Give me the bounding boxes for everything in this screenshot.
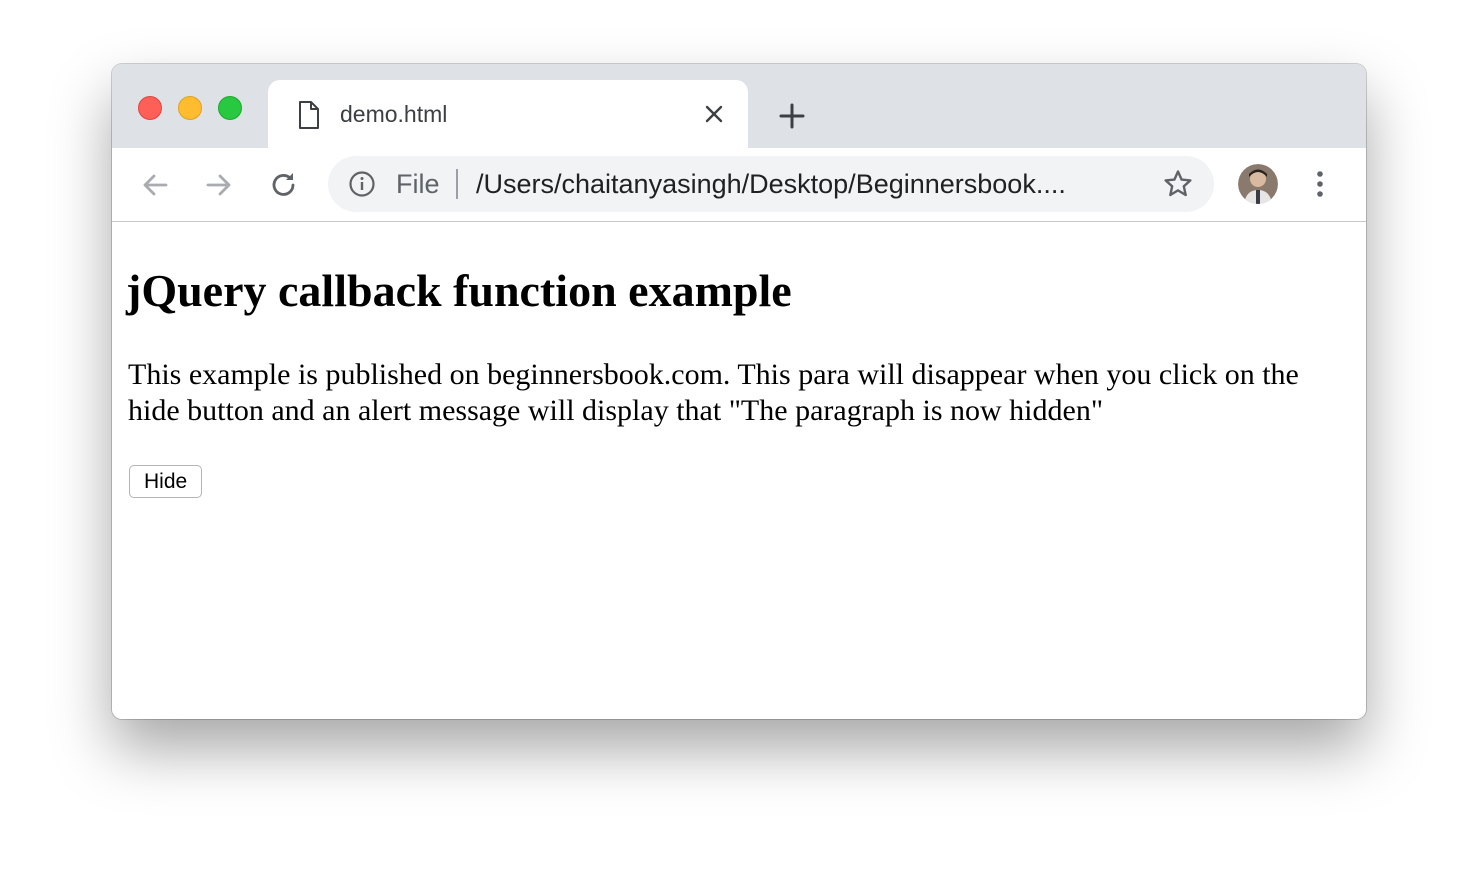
toolbar: File /Users/chaitanyasingh/Desktop/Begin… [112,148,1366,222]
close-window-button[interactable] [138,96,162,120]
page-paragraph: This example is published on beginnersbo… [128,358,1299,427]
minimize-window-button[interactable] [178,96,202,120]
document-icon [299,101,319,129]
title-bar: demo.html [112,64,1366,148]
close-tab-icon[interactable] [702,102,726,126]
page-heading: jQuery callback function example [126,265,792,316]
browser-window: demo.html File /Users/chaitanyasingh/Des… [112,64,1366,719]
address-divider [456,169,458,199]
address-bar[interactable]: File /Users/chaitanyasingh/Desktop/Begin… [328,156,1214,212]
star-icon[interactable] [1162,168,1194,200]
more-menu-icon[interactable] [1308,168,1332,200]
page-content: jQuery callback function example This ex… [112,222,1366,719]
avatar-image [1238,164,1278,204]
back-arrow-icon[interactable] [138,168,172,202]
tab-title: demo.html [340,101,448,127]
avatar[interactable] [1238,164,1278,204]
scheme-label: File [396,169,440,199]
info-icon[interactable] [348,170,376,198]
hide-button[interactable]: Hide [129,465,203,498]
zoom-window-button[interactable] [218,96,242,120]
url-text[interactable]: /Users/chaitanyasingh/Desktop/Beginnersb… [476,169,1066,199]
tab-demo[interactable]: demo.html [268,80,748,148]
forward-arrow-icon[interactable] [202,168,236,202]
reload-icon[interactable] [267,168,301,202]
new-tab-icon[interactable] [776,100,808,132]
